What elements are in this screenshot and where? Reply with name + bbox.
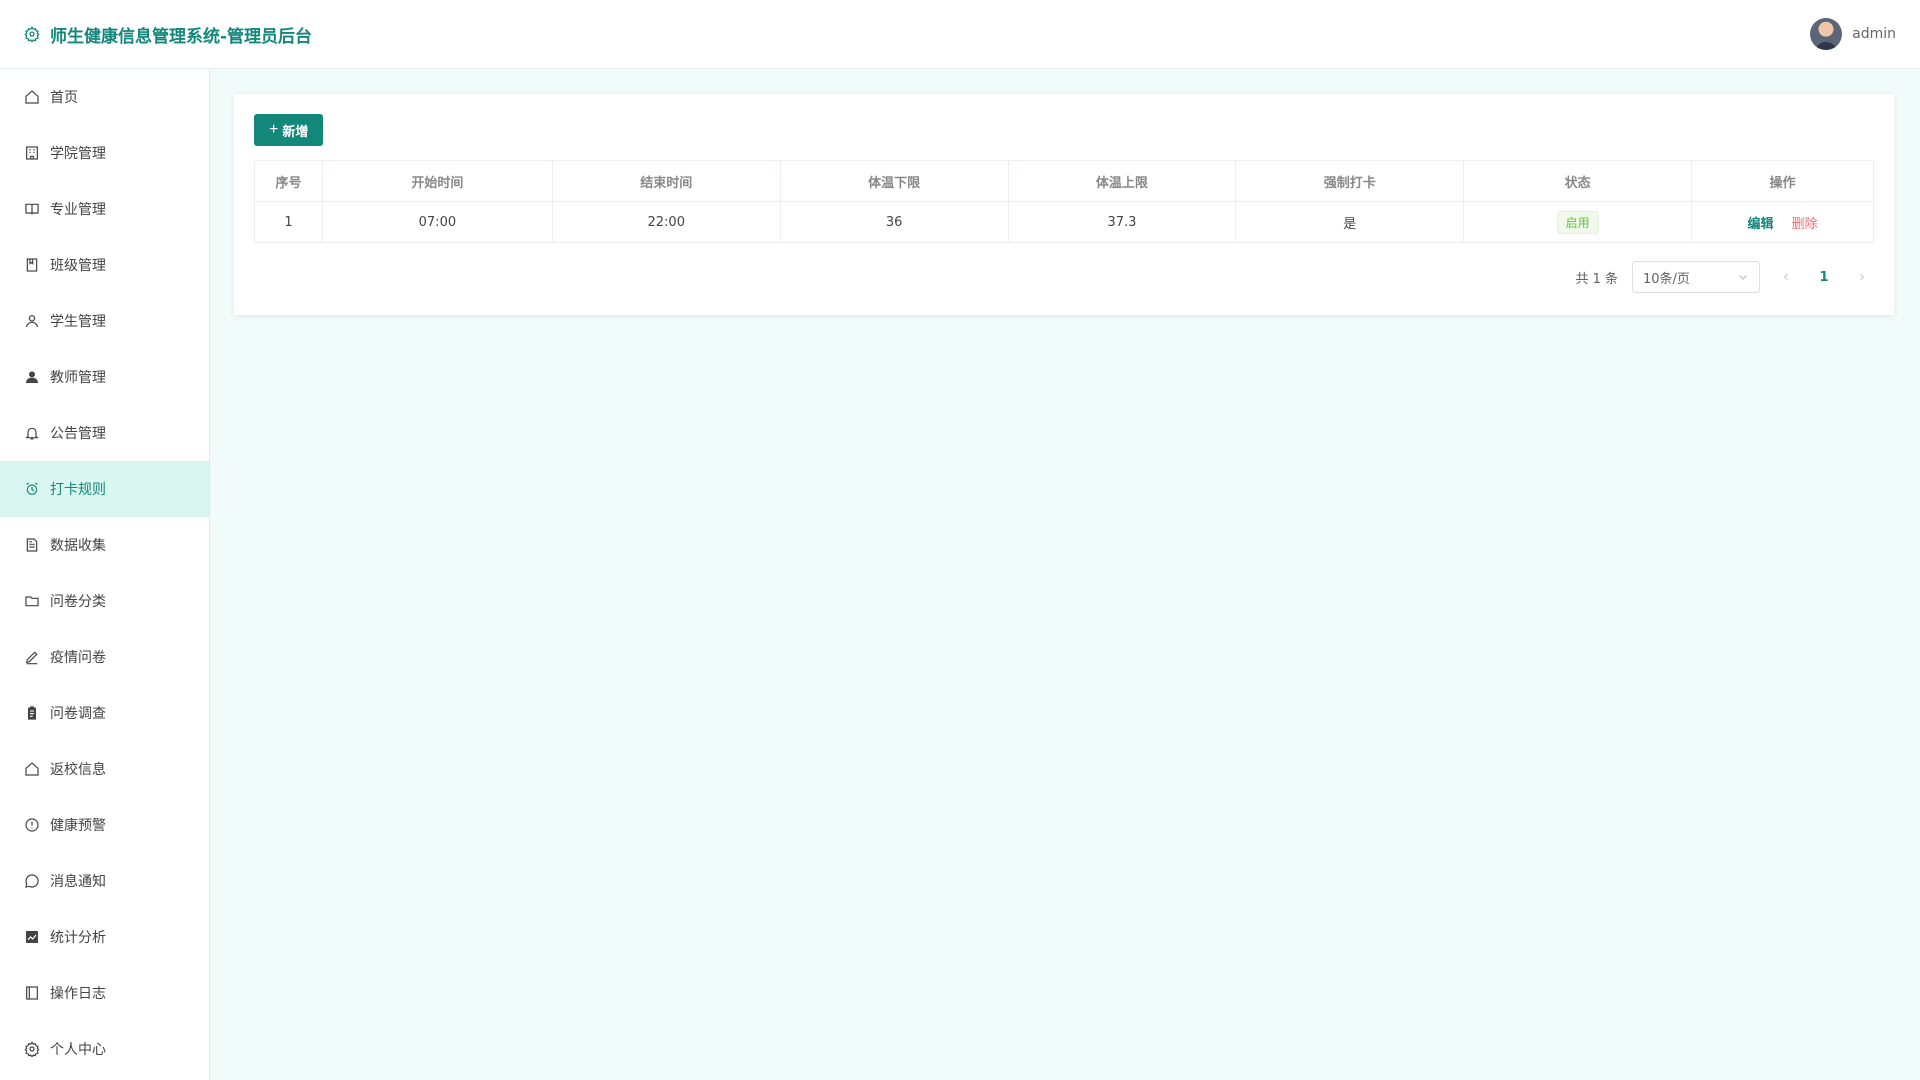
cell-temp-min: 36 <box>779 201 1009 243</box>
chart-icon <box>26 931 38 943</box>
sidebar-item-teacher[interactable]: 教师管理 <box>0 349 209 405</box>
sidebar-item-label: 教师管理 <box>50 370 106 386</box>
sidebar-item-home[interactable]: 首页 <box>0 69 209 125</box>
sidebar-item-messages[interactable]: 消息通知 <box>0 853 209 909</box>
alarm-clock-icon <box>26 482 38 495</box>
sidebar-item-profile[interactable]: 个人中心 <box>0 1021 209 1077</box>
rules-table: 序号 开始时间 结束时间 体温下限 体温上限 强制打卡 状态 操作 1 07:0… <box>254 160 1874 243</box>
cell-forced: 是 <box>1235 201 1465 243</box>
user-menu[interactable]: admin <box>1810 18 1896 50</box>
table-row: 1 07:00 22:00 36 37.3 是 启用 编辑 删除 <box>254 201 1874 243</box>
chevron-down-icon <box>1739 275 1747 280</box>
sidebar-item-statistics[interactable]: 统计分析 <box>0 909 209 965</box>
bell-icon <box>25 427 39 440</box>
pagination: 共 1 条 10条/页 ‹ 1 › <box>1575 261 1874 293</box>
sidebar-item-label: 统计分析 <box>50 930 106 946</box>
username[interactable]: admin <box>1852 26 1896 42</box>
next-page-button[interactable]: › <box>1850 269 1874 285</box>
prev-page-button[interactable]: ‹ <box>1774 269 1798 285</box>
sidebar-item-label: 班级管理 <box>50 258 106 274</box>
cell-status: 启用 <box>1463 201 1693 243</box>
notebook-icon <box>26 258 38 272</box>
user-solid-icon <box>26 371 38 383</box>
sidebar-item-label: 健康预警 <box>50 818 106 834</box>
status-badge: 启用 <box>1556 210 1599 234</box>
book-icon <box>25 203 39 215</box>
page-number-current[interactable]: 1 <box>1812 270 1836 285</box>
cell-end-time: 22:00 <box>551 201 781 243</box>
user-icon <box>26 315 38 328</box>
page-size-select[interactable]: 10条/页 <box>1632 261 1760 293</box>
table-header-row: 序号 开始时间 结束时间 体温下限 体温上限 强制打卡 状态 操作 <box>254 160 1874 202</box>
sidebar-item-data-collection[interactable]: 数据收集 <box>0 517 209 573</box>
delete-button[interactable]: 删除 <box>1792 217 1818 232</box>
sidebar-item-epidemic-survey[interactable]: 疫情问卷 <box>0 629 209 685</box>
sidebar-item-checkin-rules[interactable]: 打卡规则 <box>0 461 209 517</box>
page-size-value: 10条/页 <box>1643 271 1690 287</box>
avatar[interactable] <box>1810 18 1843 50</box>
sidebar-item-label: 数据收集 <box>50 538 106 554</box>
pagination-total: 共 1 条 <box>1575 271 1618 287</box>
column-header-start-time: 开始时间 <box>321 160 553 202</box>
sidebar-item-college[interactable]: 学院管理 <box>0 125 209 181</box>
column-header-end-time: 结束时间 <box>551 160 781 202</box>
sidebar-item-notice[interactable]: 公告管理 <box>0 405 209 461</box>
sidebar-item-student[interactable]: 学生管理 <box>0 293 209 349</box>
add-button-label: 新增 <box>282 123 309 139</box>
sidebar-item-label: 个人中心 <box>50 1042 106 1058</box>
column-header-temp-min: 体温下限 <box>779 160 1009 202</box>
sidebar-item-label: 问卷调查 <box>50 706 106 722</box>
edit-button[interactable]: 编辑 <box>1747 217 1773 232</box>
column-header-status: 状态 <box>1463 160 1693 202</box>
sidebar-item-class[interactable]: 班级管理 <box>0 237 209 293</box>
house-icon <box>25 762 39 776</box>
home-icon <box>25 90 39 104</box>
sidebar-item-major[interactable]: 专业管理 <box>0 181 209 237</box>
setting-icon <box>24 1041 40 1057</box>
sidebar-item-label: 学生管理 <box>50 314 106 330</box>
plus-icon: + <box>269 121 279 138</box>
column-header-temp-max: 体温上限 <box>1007 160 1237 202</box>
sidebar: 首页 学院管理 专业管理 班级管理 学生管理 教师管理 公告管理 打卡规则 数据… <box>0 69 210 1080</box>
folder-icon <box>25 596 39 607</box>
column-header-forced: 强制打卡 <box>1235 160 1465 202</box>
sidebar-item-label: 操作日志 <box>50 986 106 1002</box>
document-icon <box>26 538 38 552</box>
brand: 师生健康信息管理系统-管理员后台 <box>24 22 312 47</box>
sidebar-item-label: 学院管理 <box>50 146 106 162</box>
sidebar-item-operation-log[interactable]: 操作日志 <box>0 965 209 1021</box>
column-header-actions: 操作 <box>1691 160 1874 202</box>
sidebar-item-questionnaire[interactable]: 问卷调查 <box>0 685 209 741</box>
cell-temp-max: 37.3 <box>1007 201 1237 243</box>
top-header: 师生健康信息管理系统-管理员后台 admin <box>0 0 1920 69</box>
sidebar-item-label: 打卡规则 <box>50 482 106 498</box>
sidebar-item-label: 公告管理 <box>50 426 106 442</box>
main-content: + 新增 序号 开始时间 结束时间 体温下限 体温上限 强制打卡 状态 操作 1… <box>210 69 1920 1080</box>
cell-index: 1 <box>254 201 323 243</box>
notebook-log-icon <box>26 986 38 1000</box>
sidebar-item-label: 专业管理 <box>50 202 106 218</box>
clipboard-icon <box>28 706 36 720</box>
sidebar-item-return-school[interactable]: 返校信息 <box>0 741 209 797</box>
warning-icon <box>25 818 39 832</box>
sidebar-item-label: 返校信息 <box>50 762 106 778</box>
add-button[interactable]: + 新增 <box>254 114 324 146</box>
sidebar-item-label: 疫情问卷 <box>50 650 106 666</box>
sidebar-item-label: 问卷分类 <box>50 594 106 610</box>
edit-pen-icon <box>25 651 38 665</box>
building-icon <box>26 146 38 160</box>
sidebar-item-label: 消息通知 <box>50 874 106 890</box>
chat-icon <box>25 874 39 888</box>
cell-start-time: 07:00 <box>321 201 553 243</box>
sidebar-item-label: 首页 <box>50 90 78 106</box>
column-header-index: 序号 <box>254 160 323 202</box>
rules-card: + 新增 序号 开始时间 结束时间 体温下限 体温上限 强制打卡 状态 操作 1… <box>234 94 1894 315</box>
setting-icon <box>24 26 40 42</box>
sidebar-item-health-warning[interactable]: 健康预警 <box>0 797 209 853</box>
sidebar-item-survey-category[interactable]: 问卷分类 <box>0 573 209 629</box>
app-title: 师生健康信息管理系统-管理员后台 <box>50 26 313 47</box>
cell-actions: 编辑 删除 <box>1691 201 1874 243</box>
